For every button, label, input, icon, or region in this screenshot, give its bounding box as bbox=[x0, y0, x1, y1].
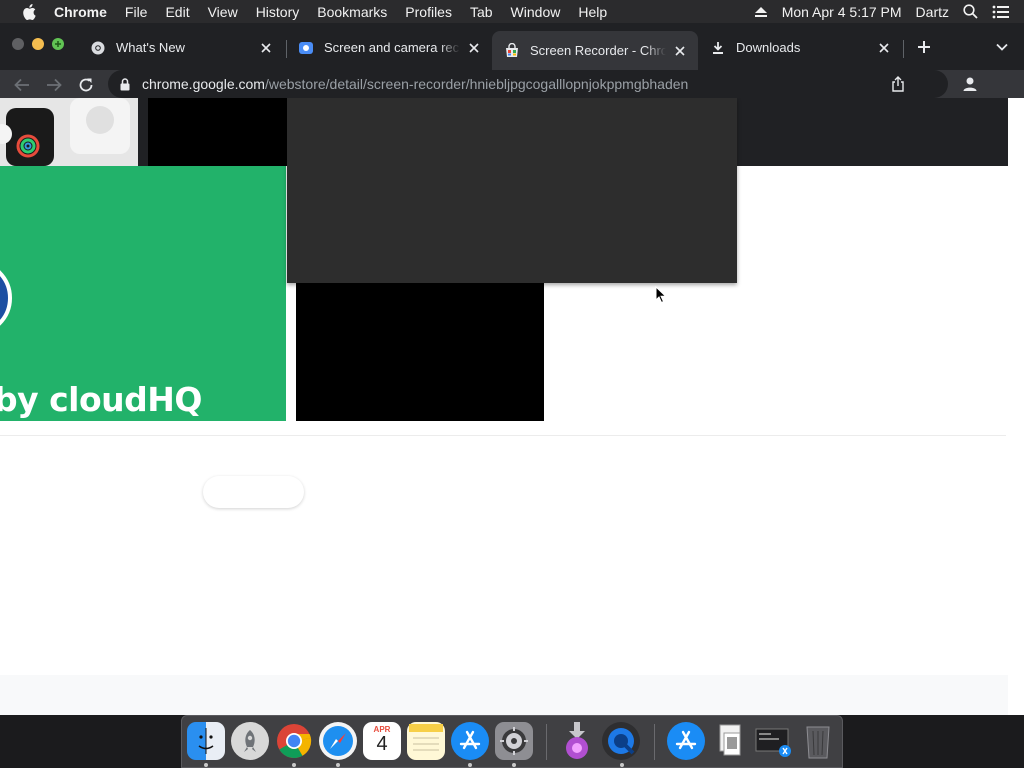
dark-overlay-popup bbox=[287, 98, 737, 283]
promo-banner: by cloudHQ bbox=[0, 166, 286, 421]
spotlight-search-icon[interactable] bbox=[963, 4, 978, 19]
close-icon[interactable] bbox=[876, 40, 892, 56]
web-store-icon bbox=[504, 42, 520, 59]
dock-separator bbox=[654, 724, 655, 760]
documents-stack-icon[interactable] bbox=[711, 722, 749, 760]
scrollbar-track[interactable] bbox=[1008, 98, 1024, 715]
window-controls bbox=[12, 38, 72, 50]
close-icon[interactable] bbox=[672, 43, 688, 59]
video-preview[interactable] bbox=[296, 282, 544, 421]
dock-separator bbox=[546, 724, 547, 760]
page-footer-band bbox=[0, 675, 1008, 715]
mouse-pointer-icon bbox=[655, 286, 667, 304]
google-chrome-icon[interactable] bbox=[275, 722, 313, 760]
safari-icon[interactable] bbox=[319, 722, 357, 760]
notes-icon[interactable] bbox=[407, 722, 445, 760]
running-indicator bbox=[336, 763, 340, 767]
browser-tab-strip: What's New Screen and camera recorder Sc… bbox=[0, 23, 1024, 70]
calendar-day: 4 bbox=[376, 733, 388, 755]
tab-screen-recorder-web-store[interactable]: Screen Recorder - Chrome Web Store bbox=[492, 31, 698, 70]
tab-separator bbox=[903, 40, 904, 58]
menu-bookmarks[interactable]: Bookmarks bbox=[308, 4, 396, 20]
installer-download-icon[interactable] bbox=[558, 722, 596, 760]
share-icon[interactable] bbox=[890, 76, 906, 92]
tab-title: Screen and camera recorder bbox=[324, 40, 460, 55]
url-path: /webstore/detail/screen-recorder/hnieblj… bbox=[264, 76, 689, 92]
trash-icon[interactable] bbox=[799, 722, 837, 760]
close-icon[interactable] bbox=[466, 40, 482, 56]
window-minimize-button[interactable] bbox=[32, 38, 44, 50]
lock-icon[interactable] bbox=[120, 77, 132, 91]
carousel-thumbnail-watch[interactable] bbox=[0, 98, 138, 166]
promo-banner-text: by cloudHQ bbox=[0, 380, 202, 419]
clock[interactable]: Mon Apr 4 5:17 PM bbox=[782, 4, 902, 20]
macos-menu-bar: Chrome File Edit View History Bookmarks … bbox=[0, 0, 1024, 23]
profile-avatar-icon[interactable] bbox=[958, 72, 982, 96]
running-indicator bbox=[204, 763, 208, 767]
macos-dock: APR 4 bbox=[181, 715, 843, 768]
back-arrow-icon[interactable] bbox=[11, 74, 33, 96]
eject-icon[interactable] bbox=[754, 6, 768, 18]
reload-icon[interactable] bbox=[75, 74, 97, 96]
calendar-icon[interactable]: APR 4 bbox=[363, 722, 401, 760]
app-store-icon[interactable] bbox=[451, 722, 489, 760]
tab-screen-camera-recorder[interactable]: Screen and camera recorder bbox=[286, 31, 492, 64]
screenshots-stack-icon[interactable] bbox=[755, 722, 793, 760]
chrome-icon bbox=[90, 40, 106, 56]
close-icon[interactable] bbox=[258, 40, 274, 56]
user-name[interactable]: Dartz bbox=[916, 4, 949, 20]
web-page-content: by cloudHQ bbox=[0, 98, 1024, 715]
window-close-button[interactable] bbox=[12, 38, 24, 50]
apple-menu-icon[interactable] bbox=[20, 3, 38, 20]
launchpad-icon[interactable] bbox=[231, 722, 269, 760]
control-center-icon[interactable] bbox=[992, 5, 1010, 19]
window-fullscreen-button[interactable] bbox=[52, 38, 64, 50]
running-indicator bbox=[620, 763, 624, 767]
app-store-folder-icon[interactable] bbox=[667, 722, 705, 760]
running-indicator bbox=[292, 763, 296, 767]
section-divider bbox=[0, 435, 1006, 436]
menu-view[interactable]: View bbox=[199, 4, 247, 20]
browser-toolbar: chrome.google.com/webstore/detail/screen… bbox=[0, 70, 1024, 98]
menu-app-name[interactable]: Chrome bbox=[54, 4, 116, 20]
menu-tab[interactable]: Tab bbox=[461, 4, 502, 20]
address-bar[interactable]: chrome.google.com/webstore/detail/screen… bbox=[108, 70, 948, 98]
running-indicator bbox=[512, 763, 516, 767]
recorder-logo-icon bbox=[0, 260, 12, 336]
tab-title: Downloads bbox=[736, 40, 801, 55]
screen-recorder-app-icon[interactable] bbox=[602, 722, 640, 760]
forward-arrow-icon[interactable] bbox=[43, 74, 65, 96]
menu-help[interactable]: Help bbox=[569, 4, 616, 20]
new-tab-button[interactable] bbox=[914, 37, 934, 57]
finder-icon[interactable] bbox=[187, 722, 225, 760]
menu-edit[interactable]: Edit bbox=[156, 4, 198, 20]
tab-title: Screen Recorder - Chrome Web Store bbox=[530, 43, 666, 58]
tab-downloads[interactable]: Downloads bbox=[698, 31, 902, 64]
tab-title: What's New bbox=[116, 40, 185, 55]
menu-history[interactable]: History bbox=[247, 4, 309, 20]
tab-search-chevron-icon[interactable] bbox=[993, 37, 1011, 57]
tab-whats-new[interactable]: What's New bbox=[78, 31, 284, 64]
download-icon bbox=[710, 40, 726, 56]
tab-pill-button[interactable] bbox=[203, 476, 304, 508]
running-indicator bbox=[468, 763, 472, 767]
menu-profiles[interactable]: Profiles bbox=[396, 4, 461, 20]
screen-recorder-icon bbox=[298, 40, 314, 56]
url-host: chrome.google.com bbox=[142, 76, 265, 92]
system-preferences-icon[interactable] bbox=[495, 722, 533, 760]
menu-window[interactable]: Window bbox=[502, 4, 570, 20]
menu-file[interactable]: File bbox=[116, 4, 157, 20]
carousel-thumbnail-video[interactable] bbox=[148, 98, 288, 166]
